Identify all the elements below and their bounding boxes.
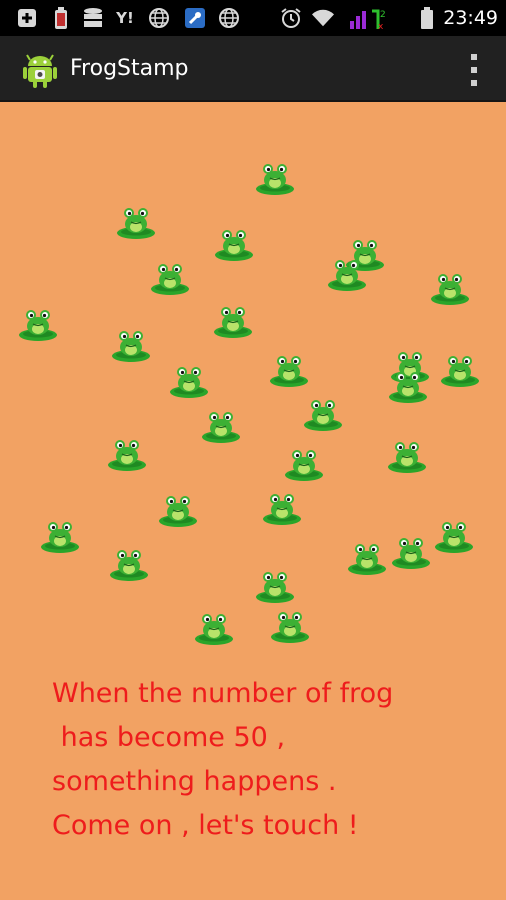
status-bar: Y! 2x 23:49 xyxy=(0,0,506,36)
storage-icon xyxy=(82,8,104,28)
hint-message: When the number of frog has become 50 , … xyxy=(52,672,393,848)
frog-stamp[interactable] xyxy=(270,604,310,644)
hint-line: has become 50 , xyxy=(52,722,286,753)
yahoo-icon: Y! xyxy=(116,9,134,27)
wifi-icon xyxy=(312,8,334,28)
frog-stamp[interactable] xyxy=(434,514,474,554)
app-title: FrogStamp xyxy=(70,56,189,81)
frog-stamp[interactable] xyxy=(391,530,431,570)
frog-stamp[interactable] xyxy=(194,606,234,646)
alarm-icon xyxy=(280,8,302,28)
frog-stamp[interactable] xyxy=(303,392,343,432)
frog-stamp[interactable] xyxy=(327,252,367,292)
signal-icon: 2x xyxy=(348,8,388,29)
svg-text:x: x xyxy=(378,22,384,29)
frog-stamp[interactable] xyxy=(40,514,80,554)
frog-stamp[interactable] xyxy=(388,364,428,404)
globe-icon xyxy=(148,8,170,28)
hint-line: When the number of frog xyxy=(52,678,394,709)
more-vert-icon[interactable] xyxy=(468,54,480,86)
hint-line: Come on , let's touch ! xyxy=(52,810,359,841)
frog-stamp[interactable] xyxy=(107,432,147,472)
frog-stamp[interactable] xyxy=(214,222,254,262)
frog-stamp[interactable] xyxy=(269,348,309,388)
frog-stamp[interactable] xyxy=(169,359,209,399)
globe-icon xyxy=(218,8,240,28)
wrench-icon xyxy=(184,8,206,28)
frog-stamp[interactable] xyxy=(262,486,302,526)
frog-stamp[interactable] xyxy=(255,564,295,604)
frog-stamp[interactable] xyxy=(116,200,156,240)
add-box-icon xyxy=(16,8,38,28)
battery-icon xyxy=(416,7,438,29)
frog-stamp[interactable] xyxy=(284,442,324,482)
frog-stamp[interactable] xyxy=(150,256,190,296)
frog-stamp[interactable] xyxy=(430,266,470,306)
frog-stamp[interactable] xyxy=(201,404,241,444)
battery-app-icon xyxy=(50,7,72,29)
frog-stamp[interactable] xyxy=(387,434,427,474)
frog-stamp[interactable] xyxy=(158,488,198,528)
status-time: 23:49 xyxy=(443,7,498,29)
frog-stamp[interactable] xyxy=(109,542,149,582)
frog-stamp[interactable] xyxy=(213,299,253,339)
android-icon xyxy=(22,50,58,88)
frog-stamp[interactable] xyxy=(255,156,295,196)
frog-stamp[interactable] xyxy=(111,323,151,363)
frog-stamp[interactable] xyxy=(440,348,480,388)
hint-line: something happens . xyxy=(52,766,337,797)
action-bar: FrogStamp xyxy=(0,36,506,102)
svg-text:2: 2 xyxy=(380,10,386,20)
frog-stamp[interactable] xyxy=(18,302,58,342)
frog-stamp[interactable] xyxy=(347,536,387,576)
